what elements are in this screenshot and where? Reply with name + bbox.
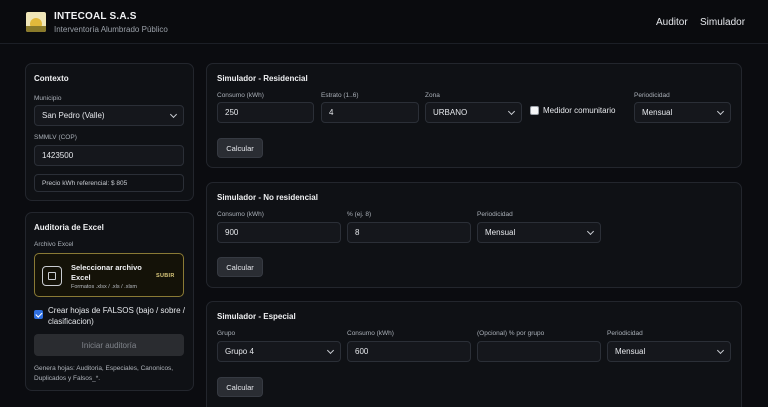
logo-icon xyxy=(26,12,46,32)
iniciar-auditoria-button[interactable]: Iniciar auditoría xyxy=(34,334,184,356)
esp-periodicidad-select[interactable]: Mensual xyxy=(607,341,731,362)
falsos-label: Crear hojas de FALSOS (bajo / sobre / cl… xyxy=(48,306,185,326)
nr-periodicidad-value: Mensual xyxy=(485,228,516,237)
esp-consumo-input[interactable]: 600 xyxy=(347,341,471,362)
chevron-down-icon xyxy=(326,346,335,354)
nr-periodicidad-label: Periodicidad xyxy=(477,211,513,218)
esp-grupo-value: Grupo 4 xyxy=(225,347,254,356)
esp-opcional-input[interactable] xyxy=(477,341,601,362)
chevron-down-icon xyxy=(169,110,178,118)
res-estrato-input[interactable]: 4 xyxy=(321,102,419,123)
esp-consumo-label: Consumo (kWh) xyxy=(347,330,394,337)
auditoria-help: Genera hojas: Auditoria, Especiales, Can… xyxy=(34,365,174,382)
no-residencial-title: Simulador - No residencial xyxy=(217,193,318,202)
res-periodicidad-value: Mensual xyxy=(642,108,673,117)
nr-pct-input[interactable]: 8 xyxy=(347,222,471,243)
nr-calcular-button[interactable]: Calcular xyxy=(217,257,263,277)
chevron-down-icon xyxy=(586,227,595,235)
nr-pct-label: % (ej. 8) xyxy=(347,211,372,218)
res-consumo-input[interactable]: 250 xyxy=(217,102,314,123)
upload-formats: Formatos .xlsx / .xls / .xlsm xyxy=(71,284,138,290)
res-estrato-label: Estrato (1..6) xyxy=(321,92,359,99)
esp-periodicidad-label: Periodicidad xyxy=(607,330,643,337)
brand-title: INTECOAL S.A.S xyxy=(54,11,137,22)
esp-opcional-label: (Opcional) % por grupo xyxy=(477,330,545,337)
top-bar: INTECOAL S.A.S Interventoría Alumbrado P… xyxy=(0,0,768,44)
nav-auditor[interactable]: Auditor xyxy=(656,17,688,28)
res-zona-value: URBANO xyxy=(433,108,468,117)
res-zona-label: Zona xyxy=(425,92,440,99)
chevron-down-icon xyxy=(507,107,516,115)
smmlv-input[interactable]: 1423500 xyxy=(34,145,184,166)
nr-periodicidad-select[interactable]: Mensual xyxy=(477,222,601,243)
municipio-value: San Pedro (Valle) xyxy=(42,111,105,120)
esp-grupo-select[interactable]: Grupo 4 xyxy=(217,341,341,362)
smmlv-label: SMMLV (COP) xyxy=(34,134,77,141)
residencial-title: Simulador - Residencial xyxy=(217,74,308,83)
upload-button[interactable]: SUBIR xyxy=(156,273,175,279)
upload-title: Seleccionar archivo Excel xyxy=(71,263,142,282)
precio-note: Precio kWh referencial: $ 805 xyxy=(34,174,184,192)
upload-dropzone[interactable]: Seleccionar archivo Excel Formatos .xlsx… xyxy=(34,253,184,297)
municipio-select[interactable]: San Pedro (Valle) xyxy=(34,105,184,126)
especial-title: Simulador - Especial xyxy=(217,312,296,321)
chevron-down-icon xyxy=(716,107,725,115)
contexto-title: Contexto xyxy=(34,74,69,83)
esp-periodicidad-value: Mensual xyxy=(615,347,646,356)
chevron-down-icon xyxy=(716,346,725,354)
nav-simulador[interactable]: Simulador xyxy=(700,17,745,28)
res-consumo-label: Consumo (kWh) xyxy=(217,92,264,99)
nr-consumo-label: Consumo (kWh) xyxy=(217,211,264,218)
auditoria-title: Auditoria de Excel xyxy=(34,223,104,232)
res-periodicidad-select[interactable]: Mensual xyxy=(634,102,731,123)
res-zona-select[interactable]: URBANO xyxy=(425,102,522,123)
res-calcular-button[interactable]: Calcular xyxy=(217,138,263,158)
file-upload-icon xyxy=(42,266,62,286)
medidor-label: Medidor comunitario xyxy=(543,106,616,115)
nr-consumo-input[interactable]: 900 xyxy=(217,222,341,243)
medidor-checkbox[interactable] xyxy=(530,106,539,115)
falsos-checkbox[interactable] xyxy=(34,310,43,319)
brand-subtitle: Interventoría Alumbrado Público xyxy=(54,25,168,34)
archivo-label: Archivo Excel xyxy=(34,241,74,248)
esp-grupo-label: Grupo xyxy=(217,330,236,337)
esp-calcular-button[interactable]: Calcular xyxy=(217,377,263,397)
municipio-label: Municipio xyxy=(34,95,62,102)
res-periodicidad-label: Periodicidad xyxy=(634,92,670,99)
